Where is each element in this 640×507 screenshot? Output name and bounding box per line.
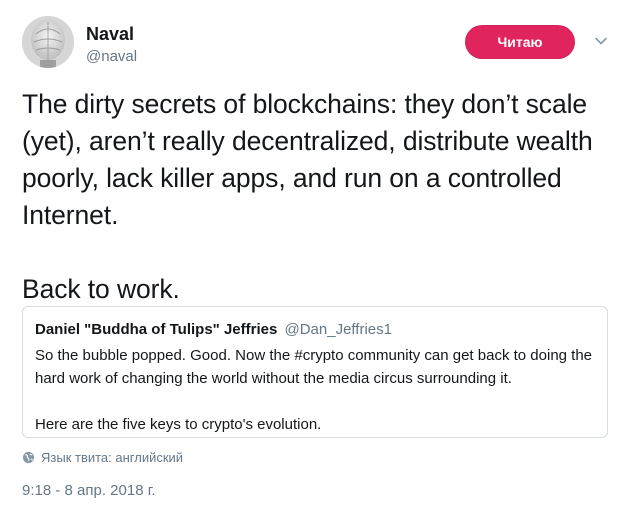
quoted-author: Daniel "Buddha of Tulips" Jeffries @Dan_…: [35, 320, 595, 340]
timestamp[interactable]: 9:18 - 8 апр. 2018 г.: [22, 482, 156, 499]
language-text: Язык твита: английский: [41, 450, 184, 465]
avatar[interactable]: [22, 16, 74, 68]
language-info: Язык твита: английский: [22, 450, 183, 465]
quoted-author-handle: @Dan_Jeffries1: [284, 321, 392, 338]
quoted-tweet[interactable]: Daniel "Buddha of Tulips" Jeffries @Dan_…: [22, 306, 608, 438]
tweet-paragraph: The dirty secrets of blockchains: they d…: [22, 89, 593, 230]
quoted-author-name: Daniel "Buddha of Tulips" Jeffries: [35, 321, 278, 338]
follow-button[interactable]: Читаю: [465, 25, 575, 59]
globe-icon: [22, 451, 35, 464]
chevron-down-icon[interactable]: [594, 34, 608, 48]
quoted-paragraph: Here are the five keys to crypto's evolu…: [35, 416, 322, 433]
quoted-paragraph: So the bubble popped. Good. Now the #cry…: [35, 347, 593, 387]
quoted-text: So the bubble popped. Good. Now the #cry…: [35, 344, 595, 436]
author-name[interactable]: Naval: [86, 24, 134, 45]
tweet-paragraph: Back to work.: [22, 274, 180, 304]
tweet-header: Naval @naval Читаю: [22, 16, 622, 76]
tweet-text: The dirty secrets of blockchains: they d…: [22, 86, 622, 308]
author-handle[interactable]: @naval: [86, 48, 137, 65]
